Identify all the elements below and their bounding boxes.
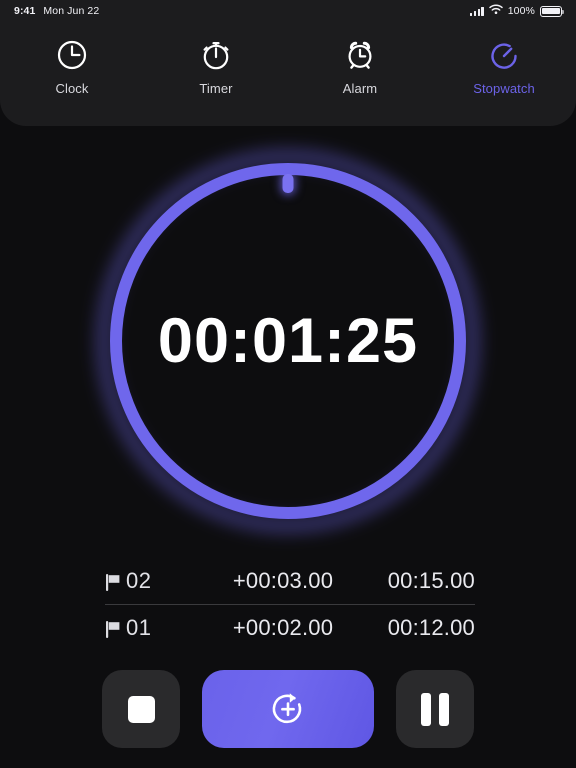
tab-timer-label: Timer bbox=[199, 81, 233, 96]
lap-delta: +00:02.00 bbox=[232, 615, 334, 640]
wifi-icon bbox=[488, 4, 503, 18]
table-row[interactable]: 02 +00:03.00 00:15.00 bbox=[105, 558, 475, 604]
flag-icon bbox=[105, 572, 122, 591]
timer-icon bbox=[199, 38, 233, 72]
stop-square-icon bbox=[127, 695, 155, 723]
stop-button[interactable] bbox=[102, 670, 180, 748]
tab-stopwatch[interactable]: Stopwatch bbox=[461, 38, 547, 96]
battery-icon bbox=[540, 5, 565, 17]
tab-timer[interactable]: Timer bbox=[173, 38, 259, 96]
status-bar-left: 9:41 Mon Jun 22 bbox=[14, 5, 99, 17]
stopwatch-dial-area: 00:01:25 bbox=[0, 126, 576, 556]
status-bar: 9:41 Mon Jun 22 100% bbox=[0, 0, 576, 22]
progress-knob-icon bbox=[282, 174, 294, 193]
lap-number: 02 bbox=[126, 568, 152, 593]
lap-delta: +00:03.00 bbox=[232, 568, 334, 593]
table-row[interactable]: 01 +00:02.00 00:12.00 bbox=[105, 604, 475, 651]
lap-number-cell: 01 bbox=[105, 615, 231, 641]
stopwatch-icon bbox=[487, 38, 521, 72]
pause-button[interactable] bbox=[396, 670, 474, 748]
alarm-icon bbox=[343, 38, 377, 72]
pause-icon bbox=[421, 692, 449, 726]
status-bar-right: 100% bbox=[470, 4, 565, 18]
tab-bar: Clock Timer Alarm Stopwatch bbox=[0, 22, 576, 126]
lap-total: 00:15.00 bbox=[387, 568, 475, 593]
stopwatch-dial: 00:01:25 bbox=[98, 151, 478, 531]
lap-total: 00:12.00 bbox=[387, 615, 475, 640]
lap-number-cell: 02 bbox=[105, 568, 231, 594]
status-date: Mon Jun 22 bbox=[43, 5, 100, 17]
flag-icon bbox=[105, 619, 122, 638]
lap-add-icon bbox=[269, 690, 307, 728]
tab-alarm[interactable]: Alarm bbox=[317, 38, 403, 96]
lap-button[interactable] bbox=[202, 670, 374, 748]
lap-list: 02 +00:03.00 00:15.00 01 +00:02.00 00:12… bbox=[105, 558, 475, 651]
signal-bars-icon bbox=[470, 6, 484, 16]
control-bar bbox=[0, 670, 576, 748]
lap-number: 01 bbox=[126, 615, 152, 640]
battery-percent-label: 100% bbox=[507, 5, 535, 17]
tab-alarm-label: Alarm bbox=[342, 81, 378, 96]
tab-clock[interactable]: Clock bbox=[29, 38, 115, 96]
tab-stopwatch-label: Stopwatch bbox=[473, 81, 535, 96]
status-time: 9:41 bbox=[14, 5, 36, 17]
tab-clock-label: Clock bbox=[55, 81, 89, 96]
elapsed-time: 00:01:25 bbox=[157, 306, 419, 376]
clock-icon bbox=[55, 38, 89, 72]
